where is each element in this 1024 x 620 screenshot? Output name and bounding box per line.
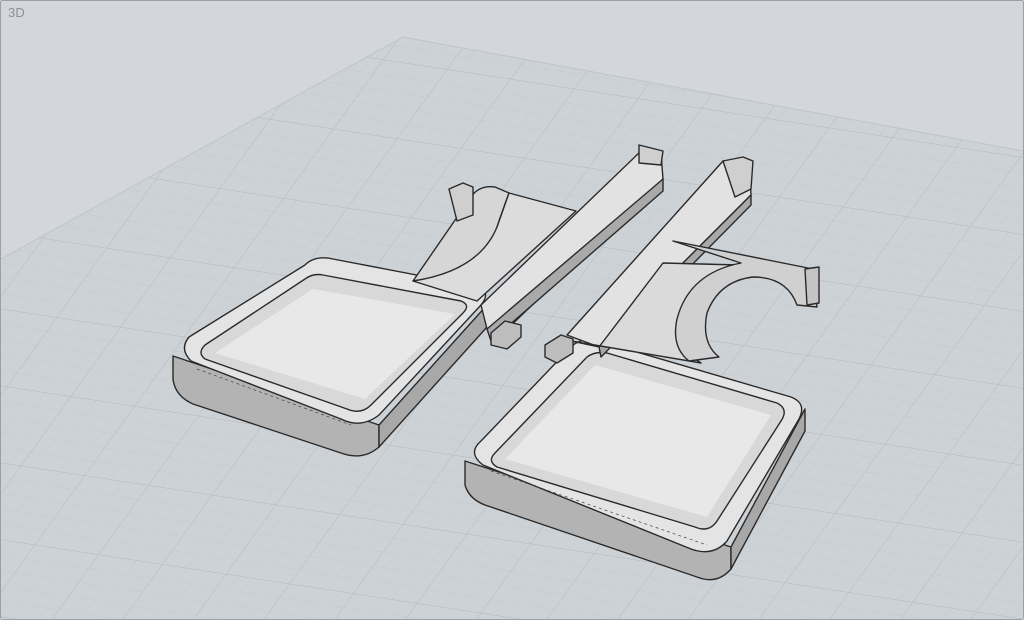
viewport-label: 3D bbox=[8, 5, 26, 20]
scene-canvas[interactable] bbox=[1, 1, 1023, 619]
viewport-3d[interactable]: 3D bbox=[0, 0, 1024, 620]
